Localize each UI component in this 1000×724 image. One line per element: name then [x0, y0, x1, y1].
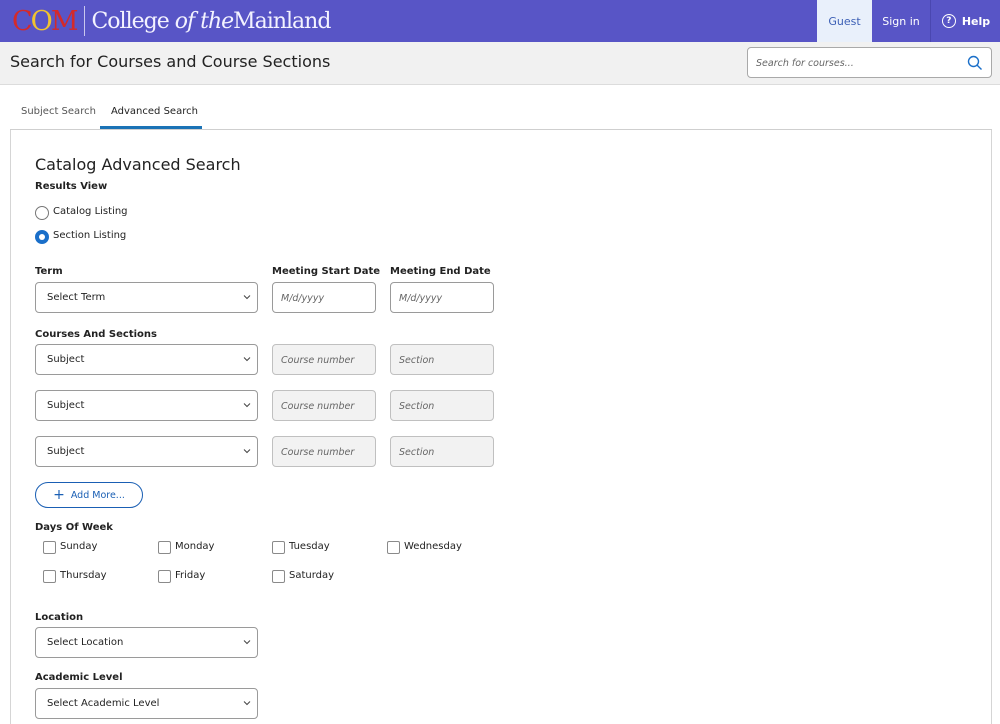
subject-select[interactable]: Subject	[35, 436, 258, 467]
checkbox-thursday[interactable]	[43, 570, 56, 583]
form-title: Catalog Advanced Search	[35, 155, 241, 174]
end-date-field[interactable]	[390, 282, 494, 313]
end-date-input[interactable]	[399, 290, 487, 306]
section-input[interactable]	[399, 444, 487, 460]
chevron-down-icon	[243, 640, 251, 645]
help-label: Help	[961, 14, 991, 28]
chevron-down-icon	[243, 701, 251, 706]
catalog-listing-label[interactable]: Catalog Listing	[53, 206, 128, 217]
chevron-down-icon	[243, 449, 251, 454]
college-logo[interactable]: COM College of theMainland	[12, 4, 331, 38]
checkbox-friday[interactable]	[158, 570, 171, 583]
section-field[interactable]	[390, 390, 494, 421]
course-search-input[interactable]	[756, 54, 956, 72]
term-select[interactable]: Select Term	[35, 282, 258, 313]
search-icon[interactable]	[967, 55, 983, 71]
term-label: Term	[35, 266, 63, 277]
chevron-down-icon	[243, 357, 251, 362]
subject-select[interactable]: Subject	[35, 390, 258, 421]
sign-in-link[interactable]: Sign in	[872, 0, 931, 42]
course-number-input[interactable]	[281, 444, 369, 460]
academic-level-select[interactable]: Select Academic Level	[35, 688, 258, 719]
friday-label[interactable]: Friday	[175, 570, 205, 581]
sunday-label[interactable]: Sunday	[60, 541, 97, 552]
start-date-input[interactable]	[281, 290, 369, 306]
start-date-field[interactable]	[272, 282, 376, 313]
logo-wordmark: College of theMainland	[91, 8, 331, 34]
course-number-field[interactable]	[272, 390, 376, 421]
location-select[interactable]: Select Location	[35, 627, 258, 658]
checkbox-wednesday[interactable]	[387, 541, 400, 554]
add-more-label: Add More...	[70, 489, 125, 501]
location-select-value: Select Location	[47, 637, 124, 648]
results-view-label: Results View	[35, 181, 108, 192]
academic-level-select-value: Select Academic Level	[47, 698, 160, 709]
logo-letters: COM	[12, 5, 78, 37]
start-date-label: Meeting Start Date	[272, 266, 381, 277]
academic-level-label: Academic Level	[35, 672, 123, 683]
radio-catalog-listing[interactable]	[35, 206, 49, 220]
section-listing-label[interactable]: Section Listing	[53, 230, 126, 241]
chevron-down-icon	[243, 403, 251, 408]
page-title: Search for Courses and Course Sections	[10, 52, 331, 71]
section-input[interactable]	[399, 352, 487, 368]
monday-label[interactable]: Monday	[175, 541, 214, 552]
radio-section-listing[interactable]	[35, 230, 49, 244]
sign-in-label: Sign in	[882, 14, 920, 28]
chevron-down-icon	[243, 295, 251, 300]
subject-select-value: Subject	[47, 354, 85, 365]
tab-advanced-search[interactable]: Advanced Search	[111, 106, 198, 117]
course-number-input[interactable]	[281, 398, 369, 414]
help-icon: ?	[941, 14, 956, 28]
end-date-label: Meeting End Date	[390, 266, 491, 277]
course-number-input[interactable]	[281, 352, 369, 368]
help-link[interactable]: ? Help	[932, 0, 1000, 42]
section-field[interactable]	[390, 436, 494, 467]
days-of-week-label: Days Of Week	[35, 522, 113, 533]
guest-label: Guest	[828, 14, 861, 28]
checkbox-monday[interactable]	[158, 541, 171, 554]
checkbox-sunday[interactable]	[43, 541, 56, 554]
wednesday-label[interactable]: Wednesday	[404, 541, 462, 552]
tuesday-label[interactable]: Tuesday	[289, 541, 330, 552]
logo-divider	[84, 6, 86, 36]
checkbox-saturday[interactable]	[272, 570, 285, 583]
saturday-label[interactable]: Saturday	[289, 570, 334, 581]
subject-select[interactable]: Subject	[35, 344, 258, 375]
plus-icon: +	[53, 487, 65, 503]
thursday-label[interactable]: Thursday	[60, 570, 107, 581]
course-number-field[interactable]	[272, 344, 376, 375]
course-number-field[interactable]	[272, 436, 376, 467]
section-input[interactable]	[399, 398, 487, 414]
add-more-button[interactable]: + Add More...	[35, 482, 143, 508]
checkbox-tuesday[interactable]	[272, 541, 285, 554]
location-label: Location	[35, 612, 84, 623]
tab-subject-search[interactable]: Subject Search	[21, 106, 96, 117]
term-select-value: Select Term	[47, 292, 106, 303]
subject-select-value: Subject	[47, 446, 85, 457]
subject-select-value: Subject	[47, 400, 85, 411]
courses-sections-label: Courses And Sections	[35, 329, 157, 340]
section-field[interactable]	[390, 344, 494, 375]
top-navigation-bar: COM College of theMainland Guest Sign in…	[0, 0, 1000, 42]
course-search-box[interactable]	[747, 47, 992, 78]
guest-link[interactable]: Guest	[817, 0, 872, 42]
